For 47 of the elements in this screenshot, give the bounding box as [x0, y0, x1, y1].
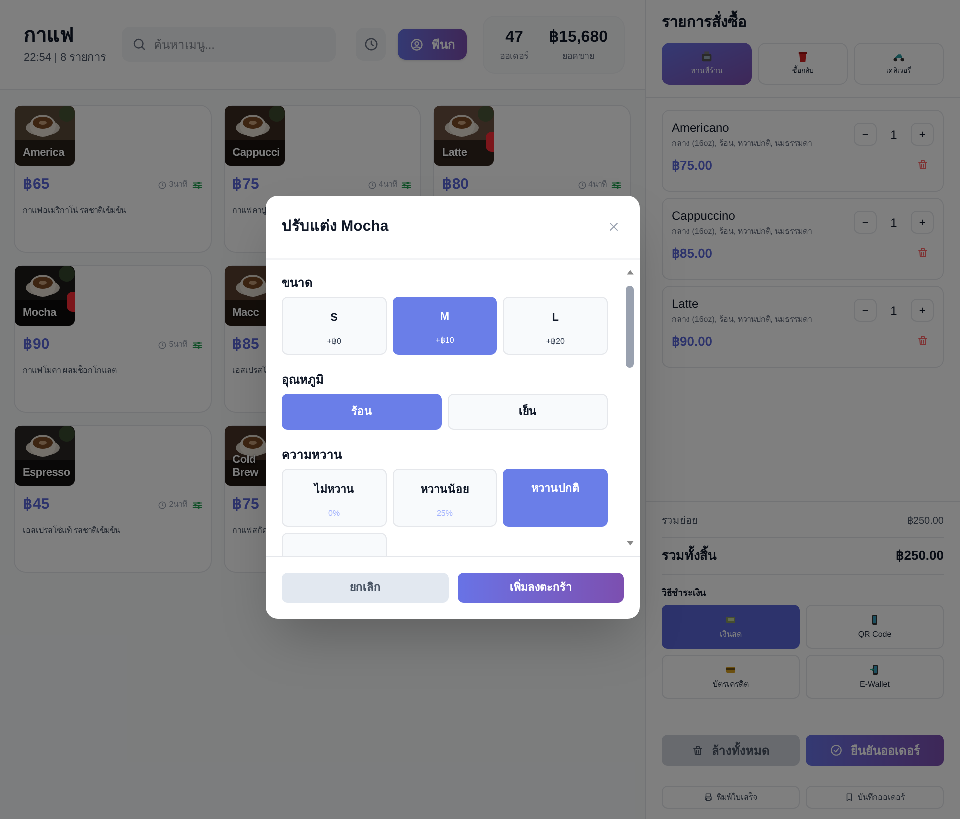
item-options: กลาง (16oz), ร้อน, หวานปกติ, นมธรรมดา [672, 138, 812, 150]
product-price: ฿90 [23, 335, 50, 355]
product-price: ฿65 [23, 175, 50, 195]
item-price: ฿90.00 [672, 332, 713, 350]
section-label: ขนาด [282, 275, 314, 292]
item-name: Americano [672, 120, 730, 136]
item-quantity: 1 [890, 126, 898, 144]
total-value: ฿250.00 [896, 547, 944, 565]
stat-label: ออเดอร์ [500, 50, 530, 63]
stat-value: 47 [506, 28, 524, 48]
section-label: อุณหภูมิ [282, 372, 325, 389]
product-description: กาแฟสกัด [232, 524, 266, 536]
page-subtitle: 22:54 | 8 รายการ [24, 51, 106, 66]
subtotal-value: ฿250.00 [907, 515, 944, 529]
product-description: เอสเปรสโ [232, 364, 266, 376]
product-price: ฿80 [442, 175, 470, 195]
stat-value: ฿15,680 [549, 28, 608, 48]
product-description: กาแฟอเมริกาโน่ รสชาติเข้มข้น [22, 204, 128, 216]
item-options: กลาง (16oz), ร้อน, หวานปกติ, นมธรรมดา [672, 314, 812, 326]
item-price: ฿85.00 [672, 244, 713, 262]
product-name: America [23, 147, 66, 160]
product-price: ฿45 [23, 495, 50, 515]
product-price: ฿75 [232, 495, 260, 515]
section-label: ความหวาน [282, 447, 344, 464]
item-options: กลาง (16oz), ร้อน, หวานปกติ, นมธรรมดา [672, 226, 812, 238]
subtotal-label: รวมย่อย [662, 515, 698, 529]
panel-title: รายการสั่งซื้อ [662, 12, 944, 34]
item-price: ฿75.00 [672, 156, 713, 174]
product-description: กาแฟโมคา ผสมช็อกโกแลต [22, 364, 118, 376]
product-price: ฿75 [232, 175, 260, 195]
modal-title: ปรับแต่ง Mocha [282, 216, 389, 237]
product-price: ฿85 [232, 335, 260, 355]
item-quantity: 1 [890, 214, 898, 232]
item-quantity: 1 [890, 302, 898, 320]
product-name: Macc [232, 307, 260, 320]
product-name: Latte [442, 147, 468, 160]
product-description: เอสเปรสโซ่แท้ รสชาติเข้มข้น [22, 524, 122, 536]
item-name: Cappuccino [672, 208, 736, 224]
page-title: กาแฟ [24, 24, 75, 50]
product-name: Cappucci [232, 147, 281, 160]
product-name: Espresso [23, 467, 72, 480]
total-label: รวมทั้งสิ้น [662, 546, 717, 566]
stat-label: ยอดขาย [562, 50, 595, 63]
payment-label: วิธีชำระเงิน [662, 586, 707, 600]
item-name: Latte [672, 296, 700, 312]
product-name: Cold Brew [232, 454, 260, 480]
product-name: Mocha [23, 307, 58, 320]
